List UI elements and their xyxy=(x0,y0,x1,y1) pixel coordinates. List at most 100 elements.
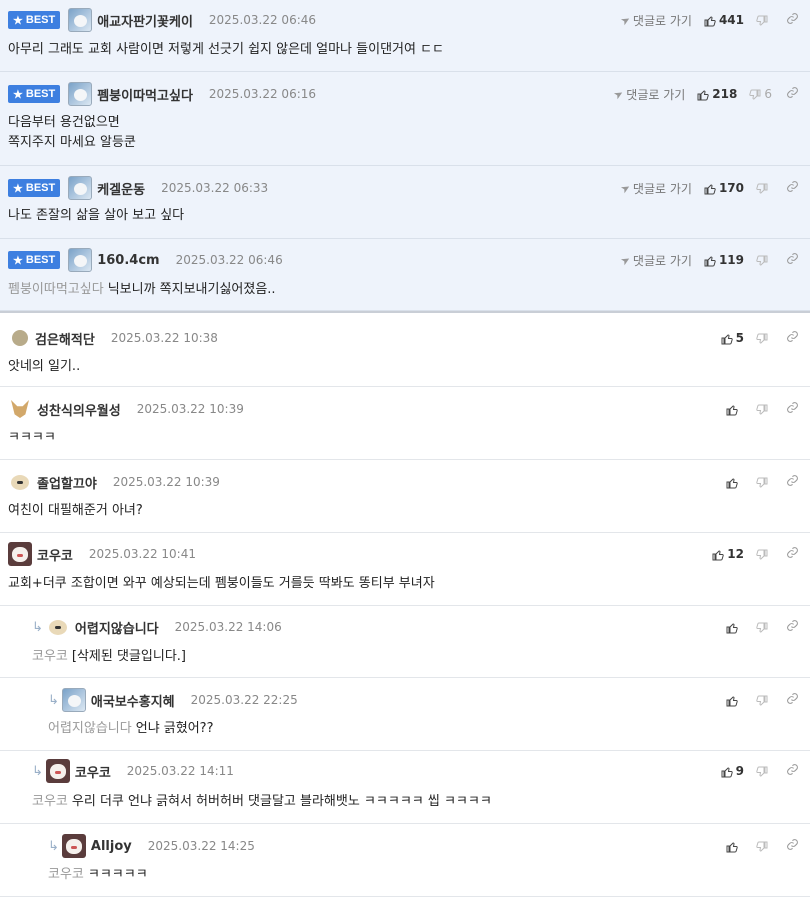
avatar[interactable] xyxy=(61,688,86,712)
thumbs-up-icon xyxy=(712,549,724,560)
comment-actions xyxy=(726,836,810,856)
thumbs-up-icon xyxy=(704,183,716,194)
mention-nick[interactable]: 코우코 xyxy=(32,649,68,664)
comment-date: 2025.03.22 22:25 xyxy=(190,693,298,707)
upvote-button[interactable] xyxy=(726,622,744,633)
goto-comment-link[interactable]: ➤ 댓글로 가기 xyxy=(618,12,692,29)
thumbs-down-icon xyxy=(756,841,768,852)
upvote-button[interactable]: 9 xyxy=(721,764,744,778)
nickname[interactable]: 코우코 xyxy=(37,545,73,564)
comment-item: 졸업할끄야 2025.03.22 10:39 여친이 대필해준거 아녀? xyxy=(0,460,810,533)
best-badge: ★ BEST xyxy=(8,11,61,29)
comment-date: 2025.03.22 10:39 xyxy=(112,475,220,489)
downvote-button[interactable]: 6 xyxy=(749,87,772,101)
nickname[interactable]: 애교자판기꽃케이 xyxy=(97,11,193,30)
thumbs-up-icon xyxy=(721,766,733,777)
thumbs-down-icon xyxy=(756,255,768,266)
downvote-button[interactable] xyxy=(756,404,772,415)
goto-comment-link[interactable]: ➤ 댓글로 가기 xyxy=(611,86,685,103)
nickname[interactable]: 어렵지않습니다 xyxy=(75,618,159,637)
avatar[interactable] xyxy=(8,470,32,494)
share-link-icon[interactable] xyxy=(786,330,799,347)
best-comment: ★ BEST 펨붕이따먹고싶다 2025.03.22 06:16 ➤ 댓글로 가기 218 6… xyxy=(0,72,810,166)
share-link-icon[interactable] xyxy=(786,474,799,491)
comment-actions: 5 xyxy=(721,328,810,348)
upvote-button[interactable]: 5 xyxy=(721,331,744,345)
upvote-button[interactable] xyxy=(726,477,744,488)
upvote-button[interactable]: 12 xyxy=(712,547,744,561)
nickname[interactable]: 케겔운동 xyxy=(97,179,145,198)
avatar[interactable] xyxy=(68,248,93,272)
share-link-icon[interactable] xyxy=(786,763,799,780)
upvote-button[interactable] xyxy=(726,695,744,706)
comment-actions: 12 xyxy=(712,544,810,564)
downvote-button[interactable] xyxy=(756,15,772,26)
nickname[interactable]: 펨붕이따먹고싶다 xyxy=(97,85,193,104)
comment-header: ↳ 어렵지않습니다 2025.03.22 14:06 xyxy=(32,615,282,639)
share-link-icon[interactable] xyxy=(786,838,799,855)
best-label: BEST xyxy=(25,14,56,26)
downvote-button[interactable] xyxy=(756,255,772,266)
share-link-icon[interactable] xyxy=(786,546,799,563)
share-link-icon[interactable] xyxy=(786,180,799,197)
nickname[interactable]: Alljoy xyxy=(91,839,132,854)
downvote-button[interactable] xyxy=(756,695,772,706)
downvote-button[interactable] xyxy=(756,183,772,194)
upvote-button[interactable]: 170 xyxy=(704,181,744,195)
avatar[interactable] xyxy=(45,759,70,783)
thumbs-down-icon xyxy=(756,766,768,777)
mention-nick[interactable]: 코우코 xyxy=(48,867,84,882)
comment-text: 쪽지주지 마세요 알등쿤 xyxy=(8,135,136,150)
downvote-button[interactable] xyxy=(756,549,772,560)
avatar[interactable] xyxy=(12,330,28,346)
goto-comment-link[interactable]: ➤ 댓글로 가기 xyxy=(618,252,692,269)
share-link-icon[interactable] xyxy=(786,252,799,269)
downvote-button[interactable] xyxy=(756,766,772,777)
upvote-button[interactable] xyxy=(726,404,744,415)
nickname[interactable]: 코우코 xyxy=(75,762,111,781)
reply-arrow-icon: ↳ xyxy=(32,763,43,779)
avatar[interactable] xyxy=(8,542,32,566)
mention-nick[interactable]: 어렵지않습니다 xyxy=(48,721,132,736)
share-link-icon[interactable] xyxy=(786,401,799,418)
share-link-icon[interactable] xyxy=(786,692,799,709)
avatar[interactable] xyxy=(61,834,86,858)
nickname[interactable]: 160.4cm xyxy=(97,253,159,268)
downvote-button[interactable] xyxy=(756,841,772,852)
nickname[interactable]: 졸업할끄야 xyxy=(37,473,97,492)
best-comment: ★ BEST 160.4cm 2025.03.22 06:46 ➤ 댓글로 가기 119 펨붕… xyxy=(0,239,810,311)
avatar[interactable] xyxy=(45,615,70,639)
share-link-icon[interactable] xyxy=(786,619,799,636)
mention-nick[interactable]: 코우코 xyxy=(32,794,68,809)
comment-text: ㅋㅋㅋㅋㅋ xyxy=(87,867,148,882)
reply-comment: ↳ 코우코 2025.03.22 14:11 9 코우코 우리 더쿠 언냐 긁혀서 허버허… xyxy=(0,751,810,824)
goto-comment-link[interactable]: ➤ 댓글로 가기 xyxy=(618,180,692,197)
share-link-icon[interactable] xyxy=(786,86,799,103)
comment-text: 앗네의 일기.. xyxy=(8,359,81,374)
comment-body: 펨붕이따먹고싶다 닉보니까 쪽지보내기싫어졌음.. xyxy=(8,280,276,300)
comment-header: ↳ Alljoy 2025.03.22 14:25 xyxy=(48,834,255,858)
avatar[interactable] xyxy=(68,82,93,106)
avatar[interactable] xyxy=(8,397,32,421)
upvote-button[interactable]: 218 xyxy=(697,87,737,101)
downvote-button[interactable] xyxy=(756,622,772,633)
reply-arrow-icon: ↳ xyxy=(32,619,43,635)
share-link-icon[interactable] xyxy=(786,12,799,29)
nickname[interactable]: 성찬식의우월성 xyxy=(37,400,121,419)
upvote-button[interactable]: 119 xyxy=(704,253,744,267)
downvote-button[interactable] xyxy=(756,477,772,488)
comment-body: 코우코 [삭제된 댓글입니다.] xyxy=(32,647,186,667)
thumbs-down-icon xyxy=(756,183,768,194)
nickname[interactable]: 검은해적단 xyxy=(35,329,95,348)
mention-nick[interactable]: 펨붕이따먹고싶다 xyxy=(8,282,104,297)
nickname[interactable]: 애국보수홍지혜 xyxy=(91,691,175,710)
avatar[interactable] xyxy=(68,8,93,32)
comment-actions: ➤ 댓글로 가기 170 xyxy=(618,178,810,198)
upvote-button[interactable]: 441 xyxy=(704,13,744,27)
avatar[interactable] xyxy=(68,176,93,200)
comment-text: 여친이 대필해준거 아녀? xyxy=(8,503,143,518)
upvote-button[interactable] xyxy=(726,841,744,852)
comment-header: ↳ 코우코 2025.03.22 14:11 xyxy=(32,759,234,783)
downvote-button[interactable] xyxy=(756,333,772,344)
comment-text: ㅋㅋㅋㅋ xyxy=(8,430,56,445)
